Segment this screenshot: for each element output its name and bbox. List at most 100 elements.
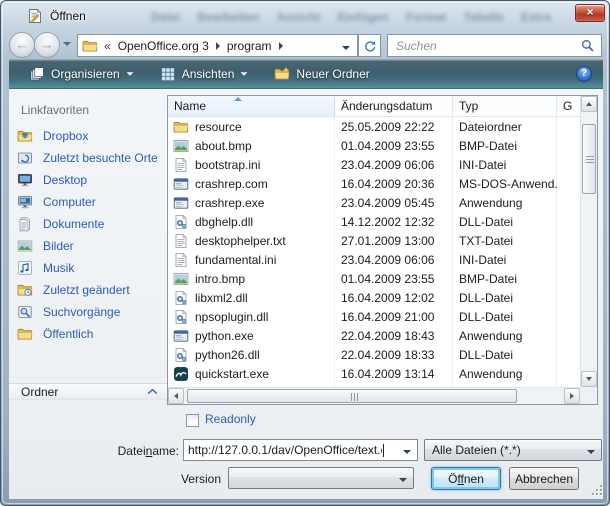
file-row[interactable]: libxml2.dll16.04.2009 12:02DLL-Datei (168, 288, 580, 307)
breadcrumb-segment[interactable]: OpenOffice.org 3 (111, 39, 216, 53)
sidebar-item-bilder[interactable]: Bilder (9, 235, 167, 257)
scroll-left-button[interactable] (168, 388, 184, 404)
desktop-icon (17, 172, 33, 188)
sidebar-item-label: Zuletzt geändert (43, 283, 130, 297)
file-modified-date: 01.04.2009 23:55 (335, 272, 453, 286)
background-menu-item: Einfügen (337, 10, 388, 24)
address-bar[interactable]: « OpenOffice.org 3 program (77, 34, 358, 57)
address-folder-icon (82, 38, 98, 54)
horizontal-scroll-thumb[interactable] (187, 389, 517, 403)
forward-arrow-icon: → (41, 37, 54, 52)
sidebar-item-musik[interactable]: Musik (9, 257, 167, 279)
version-label: Version (119, 472, 221, 486)
column-header-modified[interactable]: Änderungsdatum (335, 96, 453, 116)
column-header-size[interactable]: G (557, 96, 580, 116)
history-dropdown-icon[interactable] (63, 42, 71, 46)
file-name: fundamental.ini (195, 253, 276, 267)
text-file-icon (173, 233, 189, 249)
file-row[interactable]: fundamental.ini 23.04.2009 06:06INI-Datei (168, 250, 580, 269)
filetype-select[interactable]: Alle Dateien (*.*) (424, 439, 602, 461)
file-name: about.bmp (195, 139, 252, 153)
forward-button[interactable]: → (34, 32, 60, 58)
file-row[interactable]: dbghelp.dll14.12.2002 12:32DLL-Datei (168, 212, 580, 231)
filename-dropdown-icon[interactable] (403, 443, 411, 457)
search-icon (580, 38, 595, 53)
close-button[interactable]: × (575, 4, 605, 22)
scroll-right-button[interactable] (564, 388, 580, 404)
sidebar-item-dropbox[interactable]: Dropbox (9, 125, 167, 147)
sidebar-item-label: Desktop (43, 173, 87, 187)
background-window-menu: DateiBearbeitenAnsichtEinfügenFormatTabe… (151, 10, 551, 24)
filename-value: http://127.0.0.1/dav/OpenOffice/text.odt (188, 443, 382, 457)
help-icon[interactable] (576, 66, 592, 82)
breadcrumb-segment[interactable]: program (220, 39, 279, 53)
file-modified-date: 16.04.2009 12:02 (335, 291, 453, 305)
file-type: INI-Datei (453, 158, 557, 172)
breadcrumb-separator-icon[interactable] (279, 42, 283, 50)
file-row[interactable]: quickstart.exe16.04.2009 13:14Anwendung (168, 364, 580, 383)
sidebar-item-dokumente[interactable]: Dokumente (9, 213, 167, 235)
file-row[interactable]: python26.dll22.04.2009 18:33DLL-Datei (168, 345, 580, 364)
file-type: BMP-Datei (453, 139, 557, 153)
file-modified-date: 16.04.2009 20:36 (335, 177, 453, 191)
scroll-down-button[interactable] (581, 371, 597, 387)
file-modified-date: 23.04.2009 06:06 (335, 253, 453, 267)
organize-button[interactable]: Organisieren (21, 62, 142, 86)
views-button[interactable]: Ansichten (152, 62, 257, 86)
file-name: crashrep.exe (195, 196, 264, 210)
file-modified-date: 27.01.2009 13:00 (335, 234, 453, 248)
file-type: DLL-Datei (453, 310, 557, 324)
breadcrumb: OpenOffice.org 3 program (111, 39, 283, 53)
file-type: INI-Datei (453, 253, 557, 267)
views-label: Ansichten (182, 67, 235, 81)
file-row[interactable]: bootstrap.ini23.04.2009 06:06INI-Datei (168, 155, 580, 174)
organize-dropdown-icon (126, 72, 133, 75)
sidebar-item-computer[interactable]: Computer (9, 191, 167, 213)
filetype-dropdown-icon (587, 443, 595, 457)
address-dropdown-icon[interactable] (342, 39, 350, 53)
search-input[interactable]: Suchen (387, 34, 602, 57)
folders-expander[interactable]: Ordner (9, 383, 167, 400)
file-row[interactable]: desktophelper.txt27.01.2009 13:00TXT-Dat… (168, 231, 580, 250)
scroll-up-button[interactable] (581, 96, 597, 112)
horizontal-scrollbar[interactable] (168, 387, 580, 404)
readonly-checkbox[interactable] (186, 414, 199, 427)
favorites-list: DropboxZuletzt besuchte Orte Desktop Compu… (9, 125, 167, 345)
vertical-scrollbar[interactable] (580, 96, 597, 387)
sidebar-item-zuletzt-besuchte-orte[interactable]: Zuletzt besuchte Orte (9, 147, 167, 169)
breadcrumb-overflow-chevron[interactable]: « (104, 39, 111, 53)
refresh-button[interactable] (358, 34, 381, 57)
background-menu-item: Bearbeiten (197, 10, 259, 24)
titlebar: Öffnen DateiBearbeitenAnsichtEinfügenFor… (1, 1, 609, 31)
new-folder-label: Neuer Ordner (296, 67, 369, 81)
column-header-name[interactable]: Name (168, 96, 335, 116)
recent-changed-icon (17, 282, 33, 298)
sidebar-item-label: Computer (43, 195, 96, 209)
file-row[interactable]: about.bmp01.04.2009 23:55BMP-Datei (168, 136, 580, 155)
sidebar-item--ffentlich[interactable]: Öffentlich (9, 323, 167, 345)
open-button[interactable]: Öffnen (431, 467, 501, 490)
sidebar-item-suchvorg-nge[interactable]: Suchvorgänge (9, 301, 167, 323)
filename-input[interactable]: http://127.0.0.1/dav/OpenOffice/text.odt (183, 439, 418, 461)
back-button[interactable]: ← (9, 32, 35, 58)
dialog-body: Linkfavoriten DropboxZuletzt besuchte Or… (9, 89, 603, 499)
resize-grip[interactable] (593, 485, 602, 494)
dialog-title: Öffnen (50, 9, 86, 23)
sidebar-item-zuletzt-ge-ndert[interactable]: Zuletzt geändert (9, 279, 167, 301)
file-row[interactable]: resource25.05.2009 22:22Dateiordner (168, 117, 580, 136)
sidebar-item-desktop[interactable]: Desktop (9, 169, 167, 191)
folders-expander-label: Ordner (21, 385, 58, 399)
column-header-type[interactable]: Typ (453, 96, 557, 116)
file-row[interactable]: python.exe22.04.2009 18:43Anwendung (168, 326, 580, 345)
file-row[interactable]: crashrep.exe23.04.2009 05:45Anwendung (168, 193, 580, 212)
file-list: Name Änderungsdatum Typ G resource25.05.… (167, 95, 598, 405)
new-folder-button[interactable]: Neuer Ordner (266, 62, 377, 86)
file-row[interactable]: crashrep.com16.04.2009 20:36MS-DOS-Anwen… (168, 174, 580, 193)
file-row[interactable]: npsoplugin.dll16.04.2009 21:00DLL-Datei (168, 307, 580, 326)
dialog-icon (27, 8, 43, 24)
cancel-button[interactable]: Abbrechen (509, 467, 579, 490)
views-dropdown-icon (241, 72, 248, 75)
version-select[interactable] (228, 467, 414, 489)
vertical-scroll-thumb[interactable] (582, 124, 596, 194)
file-row[interactable]: intro.bmp01.04.2009 23:55BMP-Datei (168, 269, 580, 288)
